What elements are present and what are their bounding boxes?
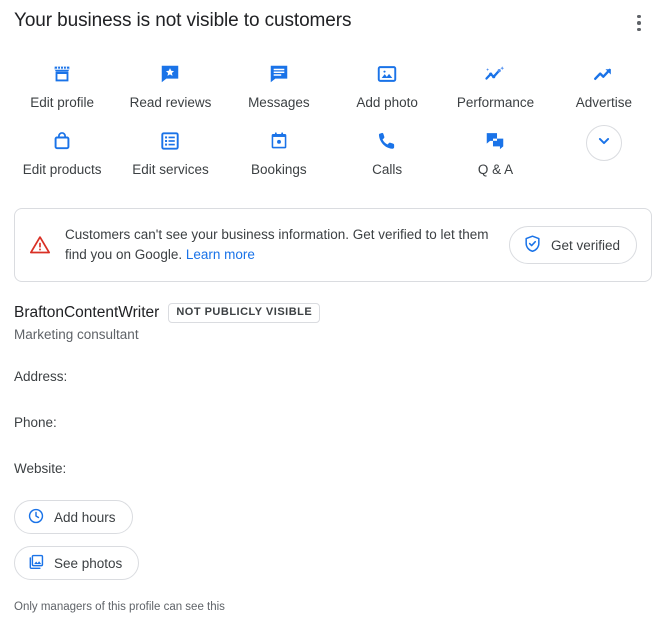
- chevron-down-icon: [595, 132, 613, 155]
- expand-actions-button[interactable]: [585, 125, 622, 161]
- action-qa[interactable]: Q & A: [441, 121, 549, 188]
- business-name-row: BraftonContentWriter NOT PUBLICLY VISIBL…: [14, 302, 652, 323]
- action-messages[interactable]: Messages: [225, 54, 333, 121]
- phone-icon: [375, 129, 399, 153]
- calendar-icon: [267, 129, 291, 153]
- shopping-bag-icon: [50, 129, 74, 153]
- qa-bubbles-icon: [483, 129, 507, 153]
- message-bubble-icon: [267, 62, 291, 86]
- business-profile-page: Your business is not visible to customer…: [0, 0, 666, 639]
- action-edit-products[interactable]: Edit products: [8, 121, 116, 188]
- quick-actions-grid: Edit profile Read reviews Messages Add p…: [0, 44, 666, 188]
- footnote: Only managers of this profile can see th…: [14, 601, 225, 613]
- website-field: Website:: [14, 460, 652, 478]
- photo-icon: [375, 62, 399, 86]
- review-star-bubble-icon: [158, 62, 182, 86]
- address-label: Address:: [14, 369, 68, 384]
- photo-library-icon: [27, 553, 45, 574]
- list-grid-icon: [158, 129, 182, 153]
- phone-field: Phone:: [14, 414, 652, 432]
- action-label: Q & A: [477, 162, 514, 177]
- add-hours-button[interactable]: Add hours: [14, 500, 133, 534]
- action-label: Bookings: [251, 162, 307, 177]
- action-label: Advertise: [575, 95, 632, 110]
- action-edit-profile[interactable]: Edit profile: [8, 54, 116, 121]
- get-verified-label: Get verified: [550, 237, 620, 253]
- action-label: Calls: [372, 162, 403, 177]
- see-photos-button[interactable]: See photos: [14, 546, 140, 580]
- action-label: Read reviews: [129, 95, 212, 110]
- trending-up-icon: [592, 62, 616, 86]
- warning-triangle-icon: [29, 234, 51, 256]
- action-add-photo[interactable]: Add photo: [333, 54, 441, 121]
- action-label: Edit services: [132, 162, 209, 177]
- business-category: Marketing consultant: [14, 327, 139, 342]
- action-label: Edit products: [22, 162, 102, 177]
- action-label: Edit profile: [30, 95, 95, 110]
- page-header: Your business is not visible to customer…: [0, 0, 666, 44]
- action-label: Add photo: [356, 95, 418, 110]
- website-label: Website:: [14, 461, 67, 476]
- action-performance[interactable]: Performance: [441, 54, 549, 121]
- more-vert-icon[interactable]: [626, 10, 652, 36]
- learn-more-link[interactable]: Learn more: [186, 247, 255, 262]
- verification-message-text: Customers can't see your business inform…: [65, 227, 489, 262]
- see-photos-label: See photos: [54, 555, 123, 571]
- storefront-icon: [50, 62, 74, 86]
- performance-chart-icon: [483, 62, 507, 86]
- action-read-reviews[interactable]: Read reviews: [116, 54, 224, 121]
- action-bookings[interactable]: Bookings: [225, 121, 333, 188]
- action-advertise[interactable]: Advertise: [550, 54, 658, 121]
- verification-warning-card: Customers can't see your business inform…: [14, 208, 652, 282]
- business-info-section: BraftonContentWriter NOT PUBLICLY VISIBL…: [0, 282, 666, 478]
- action-calls[interactable]: Calls: [333, 121, 441, 188]
- phone-label: Phone:: [14, 415, 57, 430]
- address-field: Address:: [14, 368, 652, 386]
- action-edit-services[interactable]: Edit services: [116, 121, 224, 188]
- clock-icon: [27, 507, 45, 528]
- verification-message: Customers can't see your business inform…: [65, 225, 509, 265]
- expand-actions-cell: [550, 121, 658, 188]
- action-label: Messages: [248, 95, 310, 110]
- business-name: BraftonContentWriter: [14, 304, 160, 321]
- action-label: Performance: [456, 95, 535, 110]
- add-hours-label: Add hours: [54, 509, 116, 525]
- get-verified-button[interactable]: Get verified: [508, 226, 637, 264]
- status-badge: NOT PUBLICLY VISIBLE: [168, 302, 321, 323]
- profile-actions: Add hours See photos: [0, 500, 666, 592]
- shield-check-icon: [523, 234, 542, 256]
- page-title: Your business is not visible to customer…: [14, 10, 352, 31]
